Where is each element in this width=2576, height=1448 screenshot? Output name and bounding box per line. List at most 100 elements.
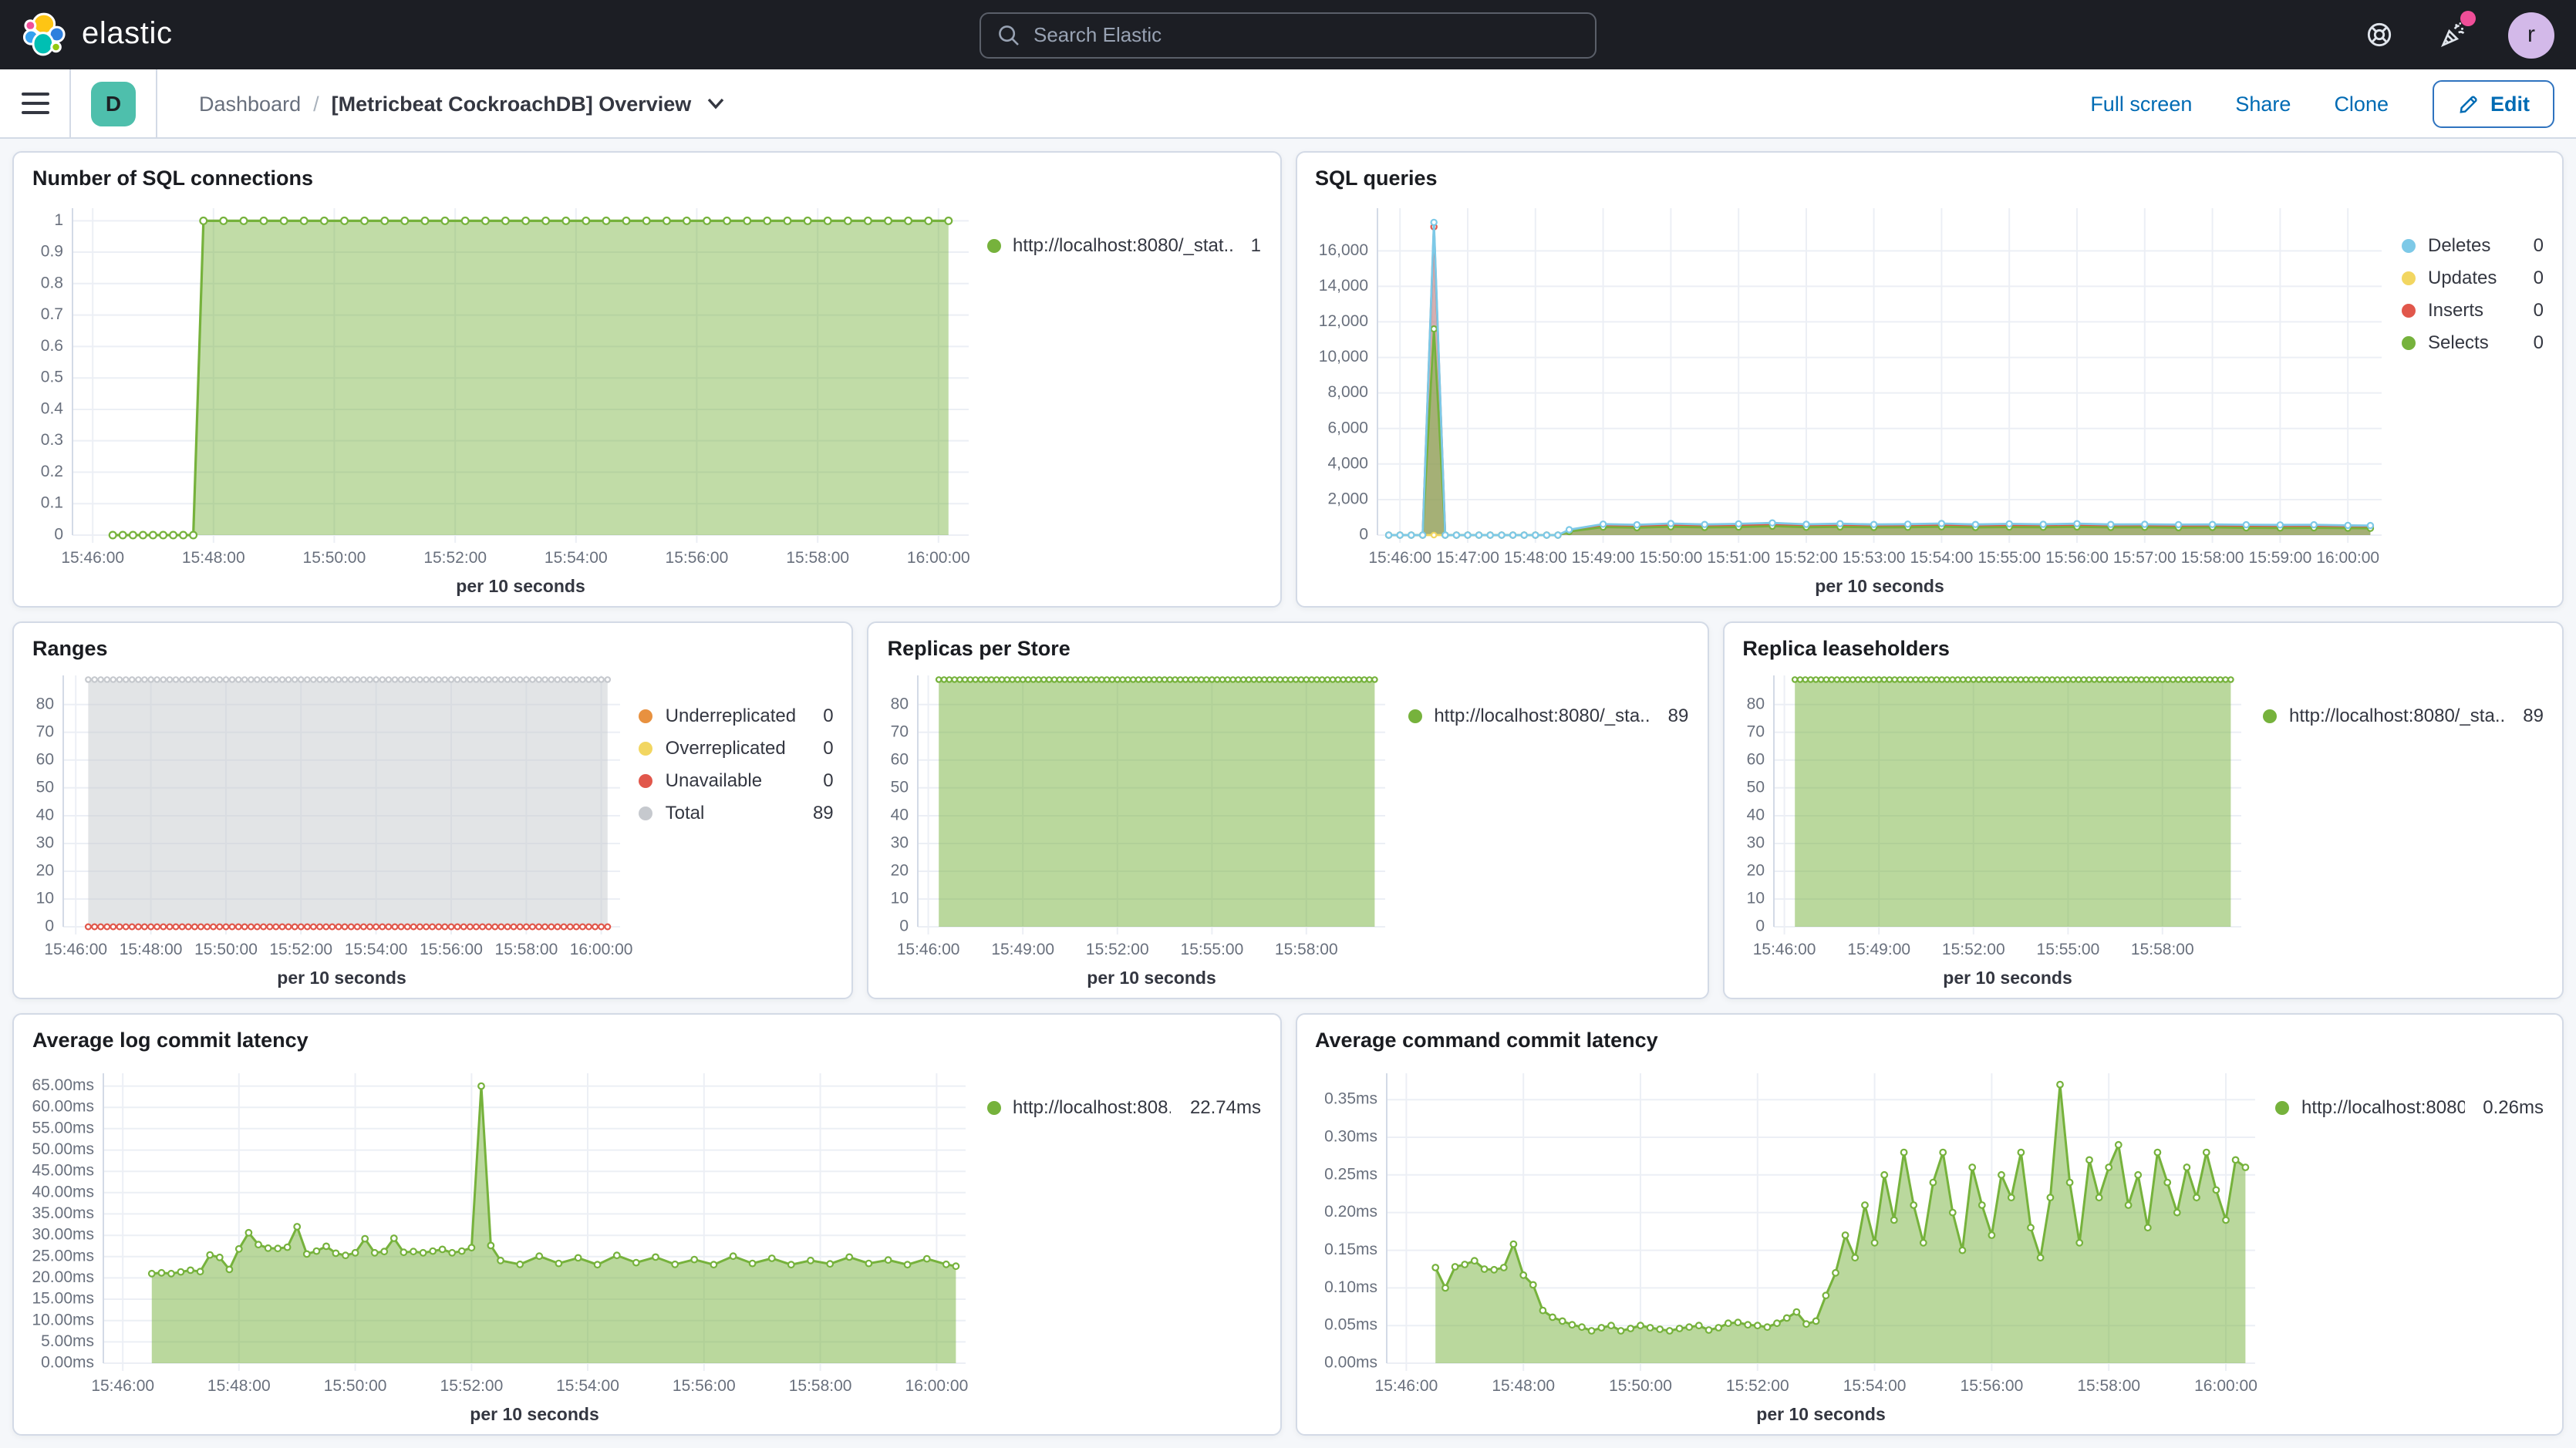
svg-text:15:53:00: 15:53:00 <box>1842 549 1905 567</box>
space-switcher[interactable]: D <box>91 81 136 126</box>
svg-text:per 10 seconds: per 10 seconds <box>1755 1404 1884 1424</box>
legend-item[interactable]: Overreplicated0 <box>639 739 834 759</box>
legend-item[interactable]: http://localhost:808...22.74ms <box>986 1098 1261 1118</box>
full-screen-button[interactable]: Full screen <box>2090 92 2192 115</box>
svg-text:15:56:00: 15:56:00 <box>1960 1377 2023 1395</box>
svg-text:15:50:00: 15:50:00 <box>324 1377 387 1395</box>
share-button[interactable]: Share <box>2235 92 2291 115</box>
svg-text:0: 0 <box>45 918 54 935</box>
svg-text:15:55:00: 15:55:00 <box>1181 941 1244 958</box>
legend-series-dot <box>2402 239 2416 253</box>
svg-text:40.00ms: 40.00ms <box>32 1183 94 1200</box>
svg-text:1: 1 <box>54 211 63 229</box>
chart-legend: http://localhost:8080/_sta...89 <box>1404 660 1707 998</box>
news-feed-icon[interactable] <box>2434 16 2471 53</box>
elastic-brand[interactable]: elastic <box>22 10 669 59</box>
svg-text:0.4: 0.4 <box>41 400 64 418</box>
legend-item[interactable]: Total89 <box>639 803 834 823</box>
svg-text:15:49:00: 15:49:00 <box>1571 549 1634 567</box>
edit-button[interactable]: Edit <box>2432 79 2554 127</box>
svg-text:50: 50 <box>1746 778 1764 796</box>
help-icon[interactable] <box>2360 16 2397 53</box>
svg-text:16:00:00: 16:00:00 <box>2315 549 2379 567</box>
legend-series-dot <box>2402 304 2416 318</box>
menu-icon[interactable] <box>22 93 49 114</box>
legend-series-dot <box>639 807 653 820</box>
svg-text:15:50:00: 15:50:00 <box>1608 1377 1671 1395</box>
svg-text:15.00ms: 15.00ms <box>32 1290 94 1308</box>
svg-text:15:54:00: 15:54:00 <box>345 941 408 958</box>
legend-series-dot <box>986 239 1000 253</box>
legend-item[interactable]: http://localhost:8080/_stat...1 <box>986 236 1261 256</box>
sql-connections-chart[interactable]: 15:46:0015:48:0015:50:0015:52:0015:54:00… <box>14 190 983 606</box>
svg-text:15:48:00: 15:48:00 <box>1503 549 1566 567</box>
legend-item[interactable]: http://localhost:8080/_sta...89 <box>2263 706 2544 726</box>
log-commit-latency-chart[interactable]: 15:46:0015:48:0015:50:0015:52:0015:54:00… <box>14 1052 983 1434</box>
command-commit-latency-chart[interactable]: 15:46:0015:48:0015:50:0015:52:0015:54:00… <box>1296 1052 2272 1434</box>
svg-text:15:48:00: 15:48:00 <box>207 1377 271 1395</box>
ranges-chart[interactable]: 15:46:0015:48:0015:50:0015:52:0015:54:00… <box>14 660 636 998</box>
dashboard-grid: Number of SQL connections 15:46:0015:48:… <box>0 139 2576 1448</box>
breadcrumb-dashboard-link[interactable]: Dashboard <box>199 92 301 115</box>
search-input[interactable]: Search Elastic <box>979 12 1597 58</box>
legend-item[interactable]: http://localhost:8080/_sta...89 <box>1408 706 1688 726</box>
svg-text:0: 0 <box>54 526 63 544</box>
pencil-icon <box>2456 92 2480 115</box>
sql-queries-chart[interactable]: 15:46:0015:47:0015:48:0015:49:0015:50:00… <box>1296 190 2399 606</box>
svg-text:5.00ms: 5.00ms <box>41 1332 94 1350</box>
legend-series-label: Overreplicated <box>666 739 786 759</box>
legend-series-value: 0 <box>2515 301 2544 321</box>
legend-item[interactable]: Updates0 <box>2402 268 2544 288</box>
svg-text:15:56:00: 15:56:00 <box>666 549 729 567</box>
svg-text:15:50:00: 15:50:00 <box>1639 549 1702 567</box>
legend-series-label: http://localhost:808... <box>1013 1098 1172 1118</box>
svg-text:15:52:00: 15:52:00 <box>1774 549 1837 567</box>
legend-series-dot <box>2402 336 2416 350</box>
panel-title: Replica leaseholders <box>1724 623 2562 660</box>
svg-text:15:52:00: 15:52:00 <box>1087 941 1150 958</box>
legend-series-label: Selects <box>2428 333 2489 353</box>
panel-title: Average log commit latency <box>14 1015 1280 1052</box>
svg-text:15:58:00: 15:58:00 <box>2180 549 2244 567</box>
svg-text:70: 70 <box>1746 722 1764 740</box>
svg-text:10: 10 <box>36 890 54 908</box>
svg-text:80: 80 <box>36 695 54 712</box>
svg-text:15:52:00: 15:52:00 <box>1941 941 2004 958</box>
legend-item[interactable]: Inserts0 <box>2402 301 2544 321</box>
search-placeholder: Search Elastic <box>1033 23 1162 46</box>
svg-text:per 10 seconds: per 10 seconds <box>277 968 406 988</box>
svg-text:0.15ms: 0.15ms <box>1323 1241 1377 1258</box>
svg-text:10,000: 10,000 <box>1318 348 1367 365</box>
legend-item[interactable]: Deletes0 <box>2402 236 2544 256</box>
legend-item[interactable]: http://localhost:8080...0.26ms <box>2275 1098 2544 1118</box>
svg-text:15:56:00: 15:56:00 <box>673 1377 736 1395</box>
replicas-per-store-chart[interactable]: 15:46:0015:49:0015:52:0015:55:0015:58:00… <box>869 660 1405 998</box>
svg-text:15:54:00: 15:54:00 <box>556 1377 619 1395</box>
svg-text:16:00:00: 16:00:00 <box>2193 1377 2257 1395</box>
legend-item[interactable]: Unavailable0 <box>639 771 834 791</box>
svg-text:6,000: 6,000 <box>1327 419 1367 436</box>
replica-leaseholders-chart[interactable]: 15:46:0015:49:0015:52:0015:55:0015:58:00… <box>1724 660 2260 998</box>
svg-text:15:51:00: 15:51:00 <box>1706 549 1769 567</box>
svg-text:0.00ms: 0.00ms <box>1323 1354 1377 1372</box>
panel-replica-leaseholders: Replica leaseholders 15:46:0015:49:0015:… <box>1722 621 2564 999</box>
svg-text:60.00ms: 60.00ms <box>32 1098 94 1116</box>
user-avatar[interactable]: r <box>2508 12 2554 58</box>
panel-title: Ranges <box>14 623 852 660</box>
breadcrumb-separator: / <box>313 92 319 115</box>
svg-text:0: 0 <box>1358 526 1367 544</box>
legend-item[interactable]: Selects0 <box>2402 333 2544 353</box>
clone-button[interactable]: Clone <box>2334 92 2389 115</box>
panel-average-log-commit-latency: Average log commit latency 15:46:0015:48… <box>12 1013 1281 1436</box>
legend-series-value: 22.74ms <box>1172 1098 1261 1118</box>
legend-item[interactable]: Underreplicated0 <box>639 706 834 726</box>
svg-text:15:59:00: 15:59:00 <box>2248 549 2311 567</box>
svg-text:4,000: 4,000 <box>1327 454 1367 472</box>
panel-ranges: Ranges 15:46:0015:48:0015:50:0015:52:001… <box>12 621 854 999</box>
svg-text:15:58:00: 15:58:00 <box>495 941 558 958</box>
svg-text:15:46:00: 15:46:00 <box>1752 941 1816 958</box>
application-window: elastic Search Elastic <box>0 0 2576 1448</box>
chevron-down-icon[interactable] <box>706 96 725 110</box>
legend-series-label: http://localhost:8080... <box>2301 1098 2464 1118</box>
svg-text:35.00ms: 35.00ms <box>32 1204 94 1222</box>
